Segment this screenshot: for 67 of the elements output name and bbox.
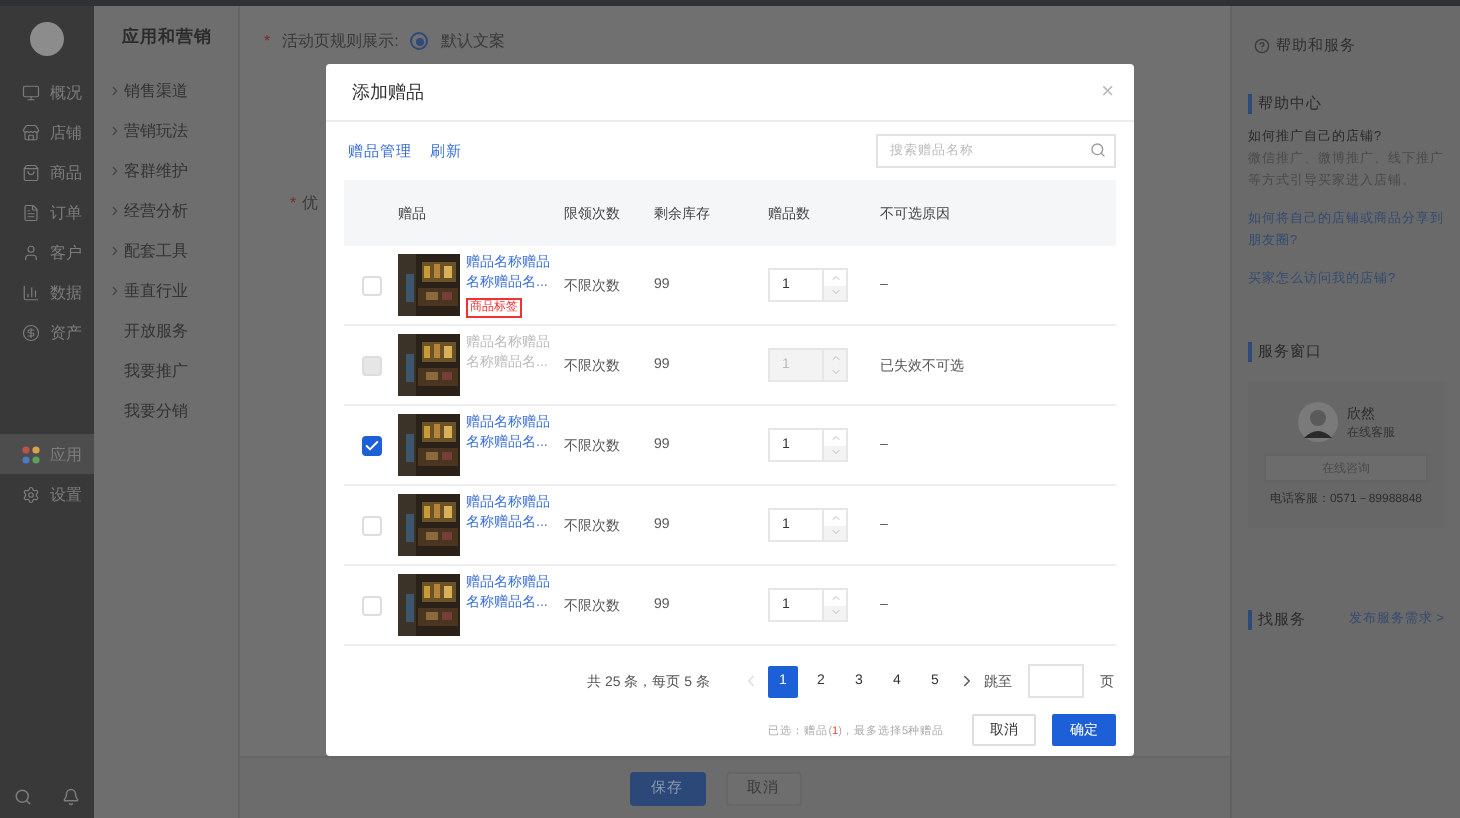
close-button[interactable]: × [1101,80,1114,104]
store-icon [22,123,40,141]
chevron-up-icon[interactable] [829,591,841,604]
nav-label: 概况 [50,81,82,103]
chevron-down-icon[interactable] [829,526,841,539]
chevron-up-icon[interactable] [829,431,841,444]
nav-item[interactable]: 店铺 [0,112,94,152]
coin-icon [22,323,40,341]
bar-chart-icon [22,283,40,301]
chevron-icon [108,83,122,97]
chevron-icon [108,203,122,217]
chevron-up-icon[interactable] [829,511,841,524]
app-grid-icon [22,445,40,463]
bell-icon[interactable] [61,788,80,806]
nav-label: 设置 [50,483,82,505]
bag-icon [22,163,40,181]
chevron-up-icon [829,351,841,364]
required-mark: * [264,32,271,50]
required-mark: * [290,194,297,212]
sub-nav-item[interactable]: 客群维护 [108,150,238,190]
chevron-up-icon[interactable] [829,271,841,284]
sub-nav-item[interactable]: 开放服务 [108,310,238,350]
dialog-title: 添加赠品 [352,79,424,105]
nav-label: 数据 [50,281,82,303]
nav-item[interactable]: 数据 [0,272,94,312]
help-icon [1254,38,1270,54]
nav-label: 订单 [50,201,82,223]
person-icon [22,243,40,261]
avatar [30,22,64,56]
search-icon [1090,142,1106,158]
search-icon[interactable] [14,788,33,806]
nav-item[interactable]: 商品 [0,152,94,192]
chevron-down-icon[interactable] [829,606,841,619]
section-title: 应用和营销 [120,26,214,50]
chevron-icon [108,243,122,257]
sub-nav-item[interactable]: 我要推广 [108,350,238,390]
chevron-icon [108,123,122,137]
sub-nav-item[interactable]: 经营分析 [108,190,238,230]
nav-item[interactable]: 资产 [0,312,94,352]
monitor-icon [22,83,40,101]
nav-item[interactable]: 设置 [0,474,94,514]
nav-label: 客户 [50,241,82,263]
sub-nav-item[interactable]: 销售渠道 [108,70,238,110]
sub-nav-item[interactable]: 我要分销 [108,390,238,430]
settings-icon [22,485,40,503]
avatar [1297,402,1337,442]
check-icon [364,437,380,453]
nav-item[interactable]: 客户 [0,232,94,272]
radio-button[interactable] [410,32,429,50]
document-icon [22,203,40,221]
chevron-down-icon[interactable] [829,446,841,459]
sub-nav-item[interactable]: 营销玩法 [108,110,238,150]
chevron-icon [108,283,122,297]
chevron-down-icon [829,366,841,379]
next-page-icon[interactable] [958,672,976,690]
nav-item[interactable]: 概况 [0,72,94,112]
nav-label: 资产 [50,321,82,343]
sub-nav-item[interactable]: 配套工具 [108,230,238,270]
nav-item[interactable]: 订单 [0,192,94,232]
nav-label: 商品 [50,161,82,183]
nav-label: 店铺 [50,121,82,143]
sub-nav-item[interactable]: 垂直行业 [108,270,238,310]
previous-page-icon[interactable] [742,672,760,690]
chevron-down-icon[interactable] [829,286,841,299]
page-input[interactable] [1028,664,1084,698]
chevron-icon [108,163,122,177]
checkbox[interactable] [362,435,382,455]
